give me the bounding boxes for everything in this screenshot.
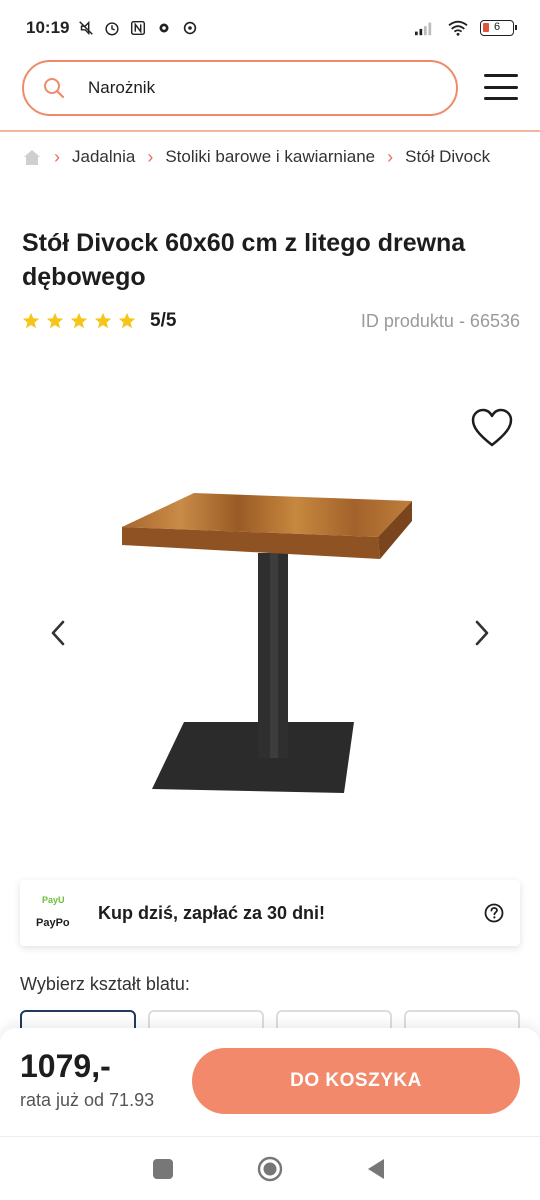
chevron-right-icon: › bbox=[147, 146, 154, 167]
chevron-left-icon[interactable] bbox=[48, 618, 68, 648]
paypo-logo-text: PayPo bbox=[36, 917, 70, 929]
product-id: ID produktu - 66536 bbox=[360, 310, 520, 331]
star-icon bbox=[70, 312, 88, 329]
recent-apps-icon[interactable] bbox=[150, 1156, 176, 1182]
rating-stars bbox=[22, 312, 136, 330]
sync-icon bbox=[184, 21, 197, 35]
shape-label: Wybierz kształt blatu: bbox=[20, 974, 190, 994]
home-button-icon[interactable] bbox=[257, 1156, 283, 1182]
paypo-text: Kup dziś, zapłać za 30 dni! bbox=[98, 902, 326, 923]
settings-icon bbox=[159, 23, 169, 33]
status-time: 10:19 bbox=[26, 18, 70, 37]
paypo-banner[interactable]: PayU PayPo Kup dziś, zapłać za 30 dni! bbox=[20, 880, 520, 946]
system-nav-bar bbox=[0, 1136, 540, 1200]
alarm-icon bbox=[105, 22, 120, 36]
status-bar: 10:19 6 bbox=[0, 0, 540, 56]
battery-icon: 6 bbox=[480, 20, 517, 36]
hamburger-menu-icon[interactable] bbox=[484, 74, 518, 100]
breadcrumb: › Jadalnia › Stoliki barowe i kawiarnian… bbox=[22, 144, 540, 170]
help-icon[interactable] bbox=[484, 903, 504, 923]
chevron-right-icon: › bbox=[387, 146, 394, 167]
search-input[interactable]: Narożnik bbox=[22, 60, 458, 116]
product-title: Stół Divock 60x60 cm z litego drewna dęb… bbox=[22, 229, 466, 291]
wifi-icon bbox=[448, 20, 468, 36]
product-gallery[interactable] bbox=[0, 360, 540, 860]
chevron-right-icon: › bbox=[54, 146, 60, 167]
home-icon[interactable] bbox=[22, 148, 42, 166]
signal-icon bbox=[415, 22, 432, 36]
breadcrumb-item-stoliki[interactable]: Stoliki barowe i kawiarniane bbox=[165, 147, 375, 167]
star-icon bbox=[94, 312, 112, 329]
header-divider bbox=[0, 130, 540, 132]
rating-value: 5/5 bbox=[150, 310, 177, 331]
breadcrumb-item-jadalnia[interactable]: Jadalnia bbox=[72, 147, 135, 167]
star-icon bbox=[46, 312, 64, 329]
purchase-bar: 1079,- rata już od 71.93 DO KOSZYKA bbox=[0, 1028, 540, 1136]
chevron-right-icon[interactable] bbox=[472, 618, 492, 648]
payu-logo-text: PayU bbox=[42, 895, 65, 905]
search-value: Narożnik bbox=[88, 78, 156, 97]
installment-text[interactable]: rata już od 71.93 bbox=[20, 1090, 154, 1111]
star-icon bbox=[22, 312, 40, 329]
heart-icon[interactable] bbox=[470, 408, 514, 448]
star-icon bbox=[118, 312, 136, 329]
price: 1079,- bbox=[20, 1048, 111, 1084]
breadcrumb-item-current: Stół Divock bbox=[405, 147, 491, 166]
paypo-logo: PayU PayPo bbox=[36, 895, 82, 931]
shape-options bbox=[20, 1010, 520, 1040]
mute-icon bbox=[79, 20, 94, 36]
nfc-icon bbox=[131, 20, 146, 36]
add-to-cart-button[interactable]: DO KOSZYKA bbox=[192, 1048, 520, 1114]
product-image bbox=[122, 493, 412, 793]
search-icon bbox=[44, 78, 65, 99]
rating-row: 5/5 ID produktu - 66536 bbox=[22, 308, 520, 334]
back-icon[interactable] bbox=[364, 1156, 390, 1182]
